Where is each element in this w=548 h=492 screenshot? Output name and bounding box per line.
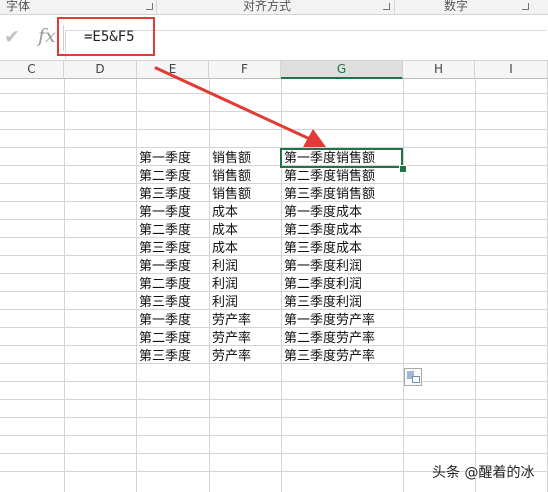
cell-e-2[interactable]: 第二季度 [139,168,191,185]
cell-f-11[interactable]: 劳产率 [212,330,251,347]
grid-line [0,93,548,94]
cell-f-6[interactable]: 成本 [212,240,238,257]
cell-e-10[interactable]: 第一季度 [139,312,191,329]
cell-g-5[interactable]: 第二季度成本 [284,222,362,239]
cell-g-4[interactable]: 第一季度成本 [284,204,362,221]
grid-line [475,79,476,492]
grid-line [0,435,548,436]
font-dialog-launcher-icon[interactable] [146,3,153,10]
cell-f-4[interactable]: 成本 [212,204,238,221]
grid-line [0,417,548,418]
formula-text[interactable]: =E5&F5 [84,29,135,45]
column-header-i[interactable]: I [475,61,548,79]
ribbon-group-labels: 字体 对齐方式 数字 [0,0,548,15]
column-header-g[interactable]: G [281,61,403,79]
cell-g-2[interactable]: 第二季度销售额 [284,168,375,185]
grid-line [0,111,548,112]
cell-f-1[interactable]: 销售额 [212,150,251,167]
grid-line [0,255,548,256]
column-header-f[interactable]: F [209,61,281,79]
ribbon-separator [156,0,157,14]
cell-e-3[interactable]: 第三季度 [139,186,191,203]
grid-line [0,291,548,292]
cell-e-12[interactable]: 第三季度 [139,348,191,365]
cell-g-3[interactable]: 第三季度销售额 [284,186,375,203]
fill-handle[interactable] [399,165,407,173]
grid-line [0,363,548,364]
paste-options-icon[interactable] [404,368,422,386]
active-cell-g1[interactable] [280,148,403,168]
grid-line [0,147,548,148]
cell-f-7[interactable]: 利润 [212,258,238,275]
cell-f-9[interactable]: 利润 [212,294,238,311]
cell-e-9[interactable]: 第三季度 [139,294,191,311]
cell-g-9[interactable]: 第三季度利润 [284,294,362,311]
grid-line [0,327,548,328]
cell-e-4[interactable]: 第一季度 [139,204,191,221]
grid-line [0,219,548,220]
grid-line [0,381,548,382]
ribbon-group-number: 数字 [444,0,469,13]
grid-line [64,79,65,492]
grid-line [209,79,210,492]
ribbon-separator [394,0,395,14]
cell-g-7[interactable]: 第一季度利润 [284,258,362,275]
grid-line [0,183,548,184]
worksheet-grid[interactable] [0,79,548,492]
ribbon-group-font: 字体 [6,0,31,13]
insert-function-icon[interactable]: fx [38,25,56,47]
cell-g-10[interactable]: 第一季度劳产率 [284,312,375,329]
cell-f-2[interactable]: 销售额 [212,168,251,185]
number-dialog-launcher-icon[interactable] [522,3,529,10]
cell-f-10[interactable]: 劳产率 [212,312,251,329]
cell-g-11[interactable]: 第二季度劳产率 [284,330,375,347]
grid-line [403,79,404,492]
cell-f-12[interactable]: 劳产率 [212,348,251,365]
ribbon-group-alignment: 对齐方式 [243,0,292,13]
grid-line [0,345,548,346]
grid-line [0,165,548,166]
grid-line [0,399,548,400]
grid-line [0,129,548,130]
grid-line [0,273,548,274]
cell-g-12[interactable]: 第三季度劳产率 [284,348,375,365]
cell-e-11[interactable]: 第二季度 [139,330,191,347]
grid-line [281,79,282,492]
grid-line [0,309,548,310]
grid-line [0,237,548,238]
cell-g-8[interactable]: 第二季度利润 [284,276,362,293]
cell-e-7[interactable]: 第一季度 [139,258,191,275]
check-icon[interactable]: ✔ [4,27,20,47]
column-header-e[interactable]: E [137,61,209,79]
cell-f-3[interactable]: 销售额 [212,186,251,203]
column-header-d[interactable]: D [64,61,137,79]
cell-e-6[interactable]: 第三季度 [139,240,191,257]
cell-e-1[interactable]: 第一季度 [139,150,191,167]
cell-f-8[interactable]: 利润 [212,276,238,293]
watermark: 头条 @醒着的冰 [432,465,535,481]
grid-line [136,79,137,492]
alignment-dialog-launcher-icon[interactable] [383,3,390,10]
grid-line [0,453,548,454]
cell-f-5[interactable]: 成本 [212,222,238,239]
column-header-c[interactable]: C [0,61,64,79]
cell-e-8[interactable]: 第二季度 [139,276,191,293]
grid-line [0,201,548,202]
cell-g-6[interactable]: 第三季度成本 [284,240,362,257]
column-header-h[interactable]: H [403,61,475,79]
cell-e-5[interactable]: 第二季度 [139,222,191,239]
